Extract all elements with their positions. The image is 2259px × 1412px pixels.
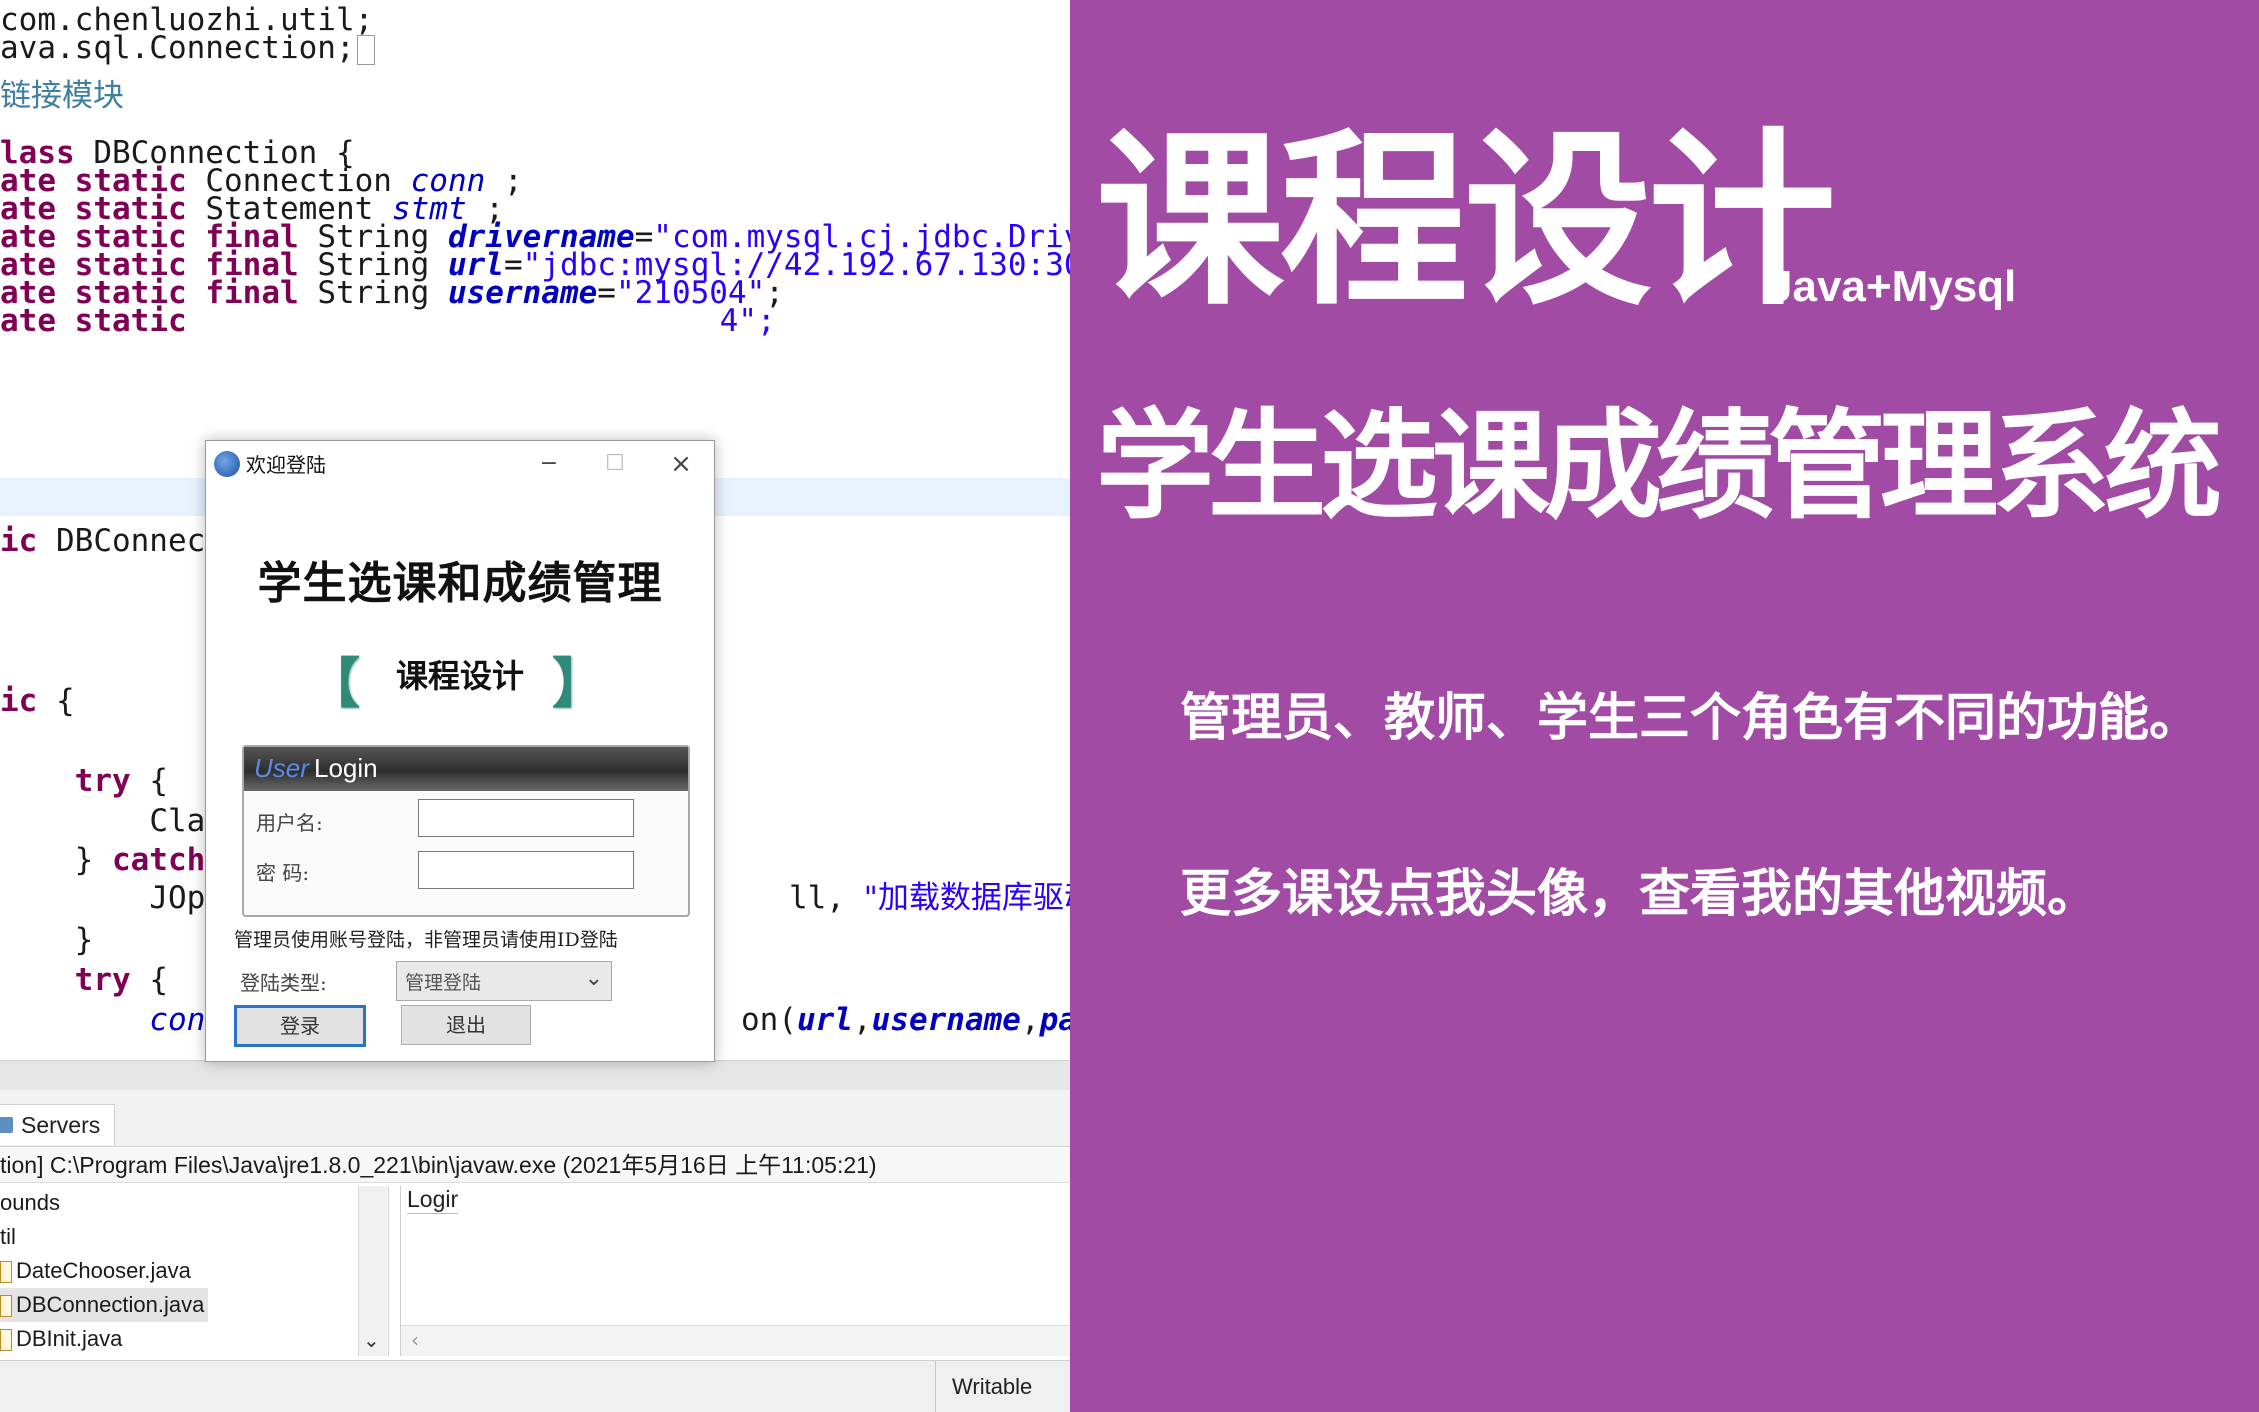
tree-item-label: DBConnection.java (16, 1292, 205, 1317)
keyword-private: ate (0, 303, 56, 339)
close-icon[interactable]: × (658, 447, 704, 481)
editor-horizontal-scrollbar[interactable] (0, 1060, 1070, 1091)
import-text: ava.sql.Connection; (0, 30, 355, 66)
console-tab-bar: Servers (0, 1090, 1070, 1147)
banner-call-to-action: 更多课设点我头像，查看我的其他视频。 (1180, 865, 2099, 924)
tree-vertical-scrollbar[interactable]: ⌄ (358, 1186, 387, 1356)
tree-item-label: ounds (0, 1190, 60, 1215)
string-literal: "加载数据库驱动出 (863, 880, 1070, 916)
field-name: url (796, 1002, 853, 1038)
user-login-panel: User Login 用户名: 密 码: (242, 745, 690, 917)
keyword-catch: catch (111, 842, 206, 878)
username-label: 用户名: (256, 811, 323, 835)
code-text: Cla (149, 803, 206, 839)
panel-login-text: Login (314, 753, 378, 783)
java-file-icon (0, 1329, 12, 1352)
tree-item-label: DBInit.java (16, 1326, 123, 1351)
java-app-icon (214, 451, 240, 477)
banner-title: 课程设计 (1096, 112, 1836, 331)
password-input[interactable] (418, 851, 634, 889)
punct-text: { (130, 962, 168, 998)
code-line: ic DBConnect (0, 521, 224, 561)
promo-banner: 课程设计 Java+Mysql 学生选课成绩管理系统 管理员、教师、学生三个角色… (1070, 0, 2259, 1412)
code-line: } catch (0, 840, 206, 880)
punct-text: , (1020, 1002, 1040, 1038)
login-type-label: 登陆类型: (240, 971, 327, 995)
package-explorer-tree: ounds til DateChooser.java DBConnection.… (0, 1186, 389, 1356)
code-line: ate static 4"; (0, 301, 776, 341)
password-label: 密 码: (256, 861, 310, 885)
ide-window: com.chenluozhi.util; ava.sql.Connection;… (0, 0, 1070, 1412)
tree-item-label: DateChooser.java (16, 1258, 191, 1283)
punct-text: } (74, 922, 94, 958)
code-line: try { (0, 960, 168, 1000)
tree-item[interactable]: til (0, 1220, 16, 1254)
punct-text: , (852, 1002, 872, 1038)
tree-item[interactable]: ounds (0, 1186, 60, 1220)
login-subheading: 课程设计 (395, 657, 524, 695)
code-text: on( (740, 1002, 797, 1038)
login-dialog: 欢迎登陆 − ☐ × 学生选课和成绩管理 【 课程设计 】 User Login… (205, 440, 715, 1062)
punct-text: { (37, 683, 75, 719)
code-line: ava.sql.Connection; (0, 28, 375, 68)
launch-path-text: tion] C:\Program Files\Java\jre1.8.0_221… (0, 1152, 877, 1178)
banner-tag: Java+Mysql (1768, 262, 2017, 311)
field-name: username (871, 1002, 1021, 1038)
status-writable: Writable (935, 1361, 1070, 1412)
user-login-header: User Login (244, 747, 688, 791)
dialog-title: 欢迎登陆 (246, 455, 326, 477)
punct-text: } (74, 842, 112, 878)
code-line: } (0, 920, 94, 960)
string-literal: 4"; (719, 303, 776, 339)
login-type-value: 管理登陆 (405, 972, 482, 994)
constructor-text: DBConnect (37, 523, 224, 559)
tree-item-selected[interactable]: DBConnection.java (0, 1288, 209, 1322)
login-type-select[interactable]: 管理登陆 ⌄ (396, 961, 612, 1001)
code-line: Cla (0, 801, 205, 841)
login-notice: 管理员使用账号登陆，非管理员请使用ID登陆 (234, 929, 618, 951)
java-file-icon (0, 1261, 12, 1284)
keyword-public: ic (0, 523, 38, 559)
keyword-try: try (74, 962, 131, 998)
java-file-icon (0, 1295, 12, 1318)
punct-text: { (130, 763, 168, 799)
login-button[interactable]: 登录 (234, 1005, 366, 1047)
status-bar: Writable (0, 1360, 1070, 1412)
tab-label: Servers (21, 1112, 101, 1138)
username-input[interactable] (418, 799, 634, 837)
code-line: 链接模块 (0, 76, 124, 116)
code-text: ll, (788, 880, 864, 916)
chevron-down-icon: ⌄ (584, 966, 603, 991)
maximize-icon[interactable]: ☐ (592, 447, 638, 481)
exit-button[interactable]: 退出 (401, 1005, 531, 1045)
output-text: Logir (407, 1186, 459, 1214)
chevron-down-icon[interactable]: ⌄ (363, 1328, 380, 1352)
servers-icon (0, 1117, 13, 1133)
output-horizontal-scrollbar[interactable]: ‹ (401, 1325, 1070, 1356)
keyword-try: try (74, 763, 131, 799)
dialog-titlebar[interactable]: 欢迎登陆 − ☐ × (206, 441, 714, 485)
field-name: pass (1039, 1002, 1070, 1038)
chevron-left-icon[interactable]: ‹ (411, 1328, 419, 1352)
tree-item-label: til (0, 1224, 16, 1249)
keyword-static: static (74, 303, 187, 339)
tree-item[interactable]: DateChooser.java (0, 1254, 191, 1288)
bracket-right: 】 (552, 652, 606, 715)
minimize-icon[interactable]: − (526, 447, 572, 481)
code-line: try { (0, 761, 168, 801)
tree-item[interactable]: DBInit.java (0, 1322, 122, 1356)
keyword-public: ic (0, 683, 38, 719)
banner-description: 管理员、教师、学生三个角色有不同的功能。 (1180, 689, 2201, 748)
login-heading: 学生选课和成绩管理 (257, 558, 663, 609)
tab-servers[interactable]: Servers (0, 1104, 116, 1145)
console-launch-path: tion] C:\Program Files\Java\jre1.8.0_221… (0, 1148, 1070, 1183)
banner-subtitle: 学生选课成绩管理系统 (1096, 397, 2222, 535)
code-line: ic { (0, 681, 75, 721)
panel-user-text: User (254, 753, 309, 783)
comment-text: 链接模块 (0, 78, 124, 114)
folded-code-marker[interactable] (356, 34, 375, 65)
console-output[interactable]: Logir ‹ (400, 1186, 1070, 1356)
